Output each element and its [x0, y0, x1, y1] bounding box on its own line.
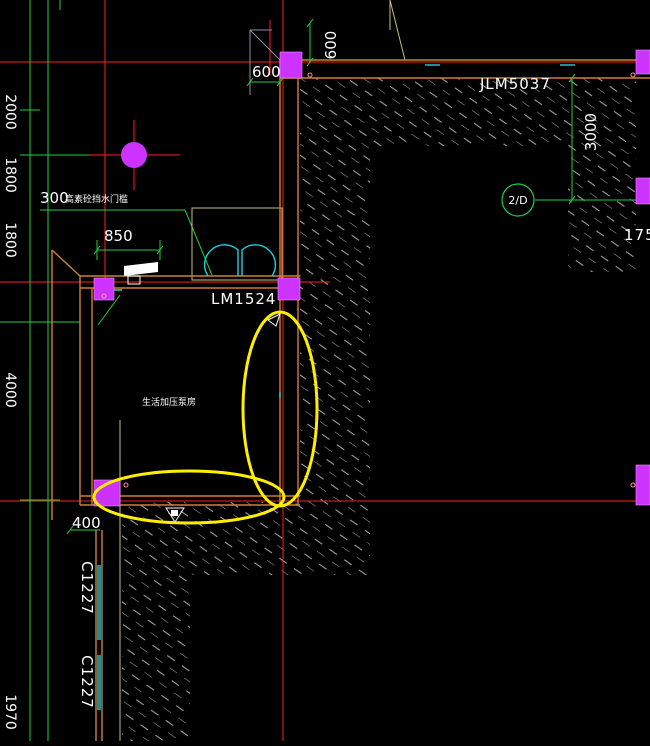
left-edge-mark: 1970	[2, 694, 18, 730]
window-label-left-2: C1227	[78, 655, 96, 709]
left-edge-marks: 2000 1800 1800 4000 1970	[2, 94, 18, 730]
window-label-left-1: C1227	[78, 561, 96, 615]
floor-plan-svg: 600 600 850 3000 400 JLM5037 LM1524 C122…	[0, 0, 650, 741]
window-label-top: JLM5037	[479, 75, 551, 93]
dim-600-left: 600	[252, 63, 281, 81]
left-edge-mark: 2000	[2, 94, 18, 130]
right-edge-label: 175	[624, 226, 650, 244]
column-marker	[121, 142, 147, 168]
left-edge-mark: 1800	[2, 222, 18, 258]
highlight-ellipses	[92, 310, 319, 525]
door-label: LM1524	[211, 290, 276, 308]
dim-3000: 3000	[582, 113, 600, 151]
dim-850: 850	[104, 227, 133, 245]
left-edge-mark: 1800	[2, 157, 18, 193]
note-300-suffix: 高素砼挡水门槛	[65, 193, 128, 205]
dim-600-top: 600	[322, 31, 340, 60]
dim-400: 400	[72, 514, 101, 532]
axis-tag-label: 2/D	[508, 194, 527, 207]
left-edge-mark: 4000	[2, 372, 18, 408]
hatched-regions	[122, 78, 636, 741]
room-name: 生活加压泵房	[142, 396, 196, 408]
cad-drawing-canvas: 600 600 850 3000 400 JLM5037 LM1524 C122…	[0, 0, 650, 741]
fixture-icon	[124, 262, 158, 276]
hatched-wall-mass	[122, 78, 636, 741]
